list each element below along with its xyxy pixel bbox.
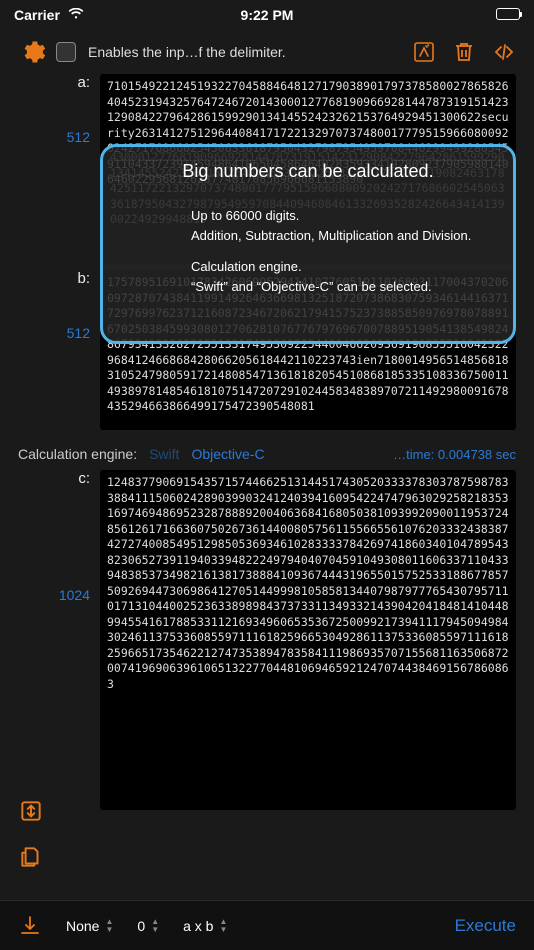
top-toolbar: Enables the inp…f the delimiter. — [0, 30, 534, 74]
engine-label: Calculation engine: — [18, 446, 137, 462]
enable-delimiter-label: Enables the inp…f the delimiter. — [88, 44, 402, 60]
trash-icon[interactable] — [452, 40, 476, 64]
status-bar: Carrier 9:22 PM — [0, 0, 534, 30]
feature-callout: 4300012776819096692814478731915142312908… — [100, 144, 516, 344]
number-stepper[interactable]: 0 ▲▼ — [137, 918, 159, 934]
gear-icon[interactable] — [18, 38, 46, 66]
label-b: b: — [77, 270, 90, 287]
mode-stepper[interactable]: None ▲▼ — [66, 918, 113, 934]
copy-icon[interactable] — [18, 844, 44, 870]
engine-row: Calculation engine: Swift Objective-C …t… — [0, 436, 534, 470]
code-icon[interactable] — [492, 40, 516, 64]
callout-title: Big numbers can be calculated. — [121, 161, 495, 182]
digits-a: 512 — [67, 129, 90, 145]
carrier-label: Carrier — [14, 7, 94, 23]
side-tools — [18, 798, 44, 870]
download-icon[interactable] — [18, 914, 42, 938]
callout-body: Up to 66000 digits.Addition, Subtraction… — [121, 206, 495, 296]
digits-b: 512 — [67, 325, 90, 341]
digits-c: 1024 — [59, 587, 90, 603]
chevron-updown-icon: ▲▼ — [219, 918, 227, 934]
operation-stepper[interactable]: a x b ▲▼ — [183, 918, 227, 934]
engine-swift[interactable]: Swift — [149, 446, 179, 462]
enable-delimiter-checkbox[interactable] — [56, 42, 76, 62]
value-c[interactable]: 1248377906915435715744662513144517430520… — [100, 470, 516, 810]
engine-objc[interactable]: Objective-C — [191, 446, 264, 462]
label-a: a: — [77, 74, 90, 91]
wifi-icon — [68, 8, 84, 20]
execute-button[interactable]: Execute — [455, 916, 516, 936]
time-label: …time: 0.004738 sec — [393, 447, 516, 462]
battery-icon — [440, 7, 520, 23]
chevron-updown-icon: ▲▼ — [105, 918, 113, 934]
bottom-bar: None ▲▼ 0 ▲▼ a x b ▲▼ Execute — [0, 900, 534, 950]
output-c-row: c: 1024 12483779069154357157446625131445… — [18, 470, 516, 810]
magic-icon[interactable] — [412, 40, 436, 64]
clock: 9:22 PM — [241, 7, 294, 23]
label-c: c: — [78, 470, 90, 487]
expand-icon[interactable] — [18, 798, 44, 824]
chevron-updown-icon: ▲▼ — [151, 918, 159, 934]
